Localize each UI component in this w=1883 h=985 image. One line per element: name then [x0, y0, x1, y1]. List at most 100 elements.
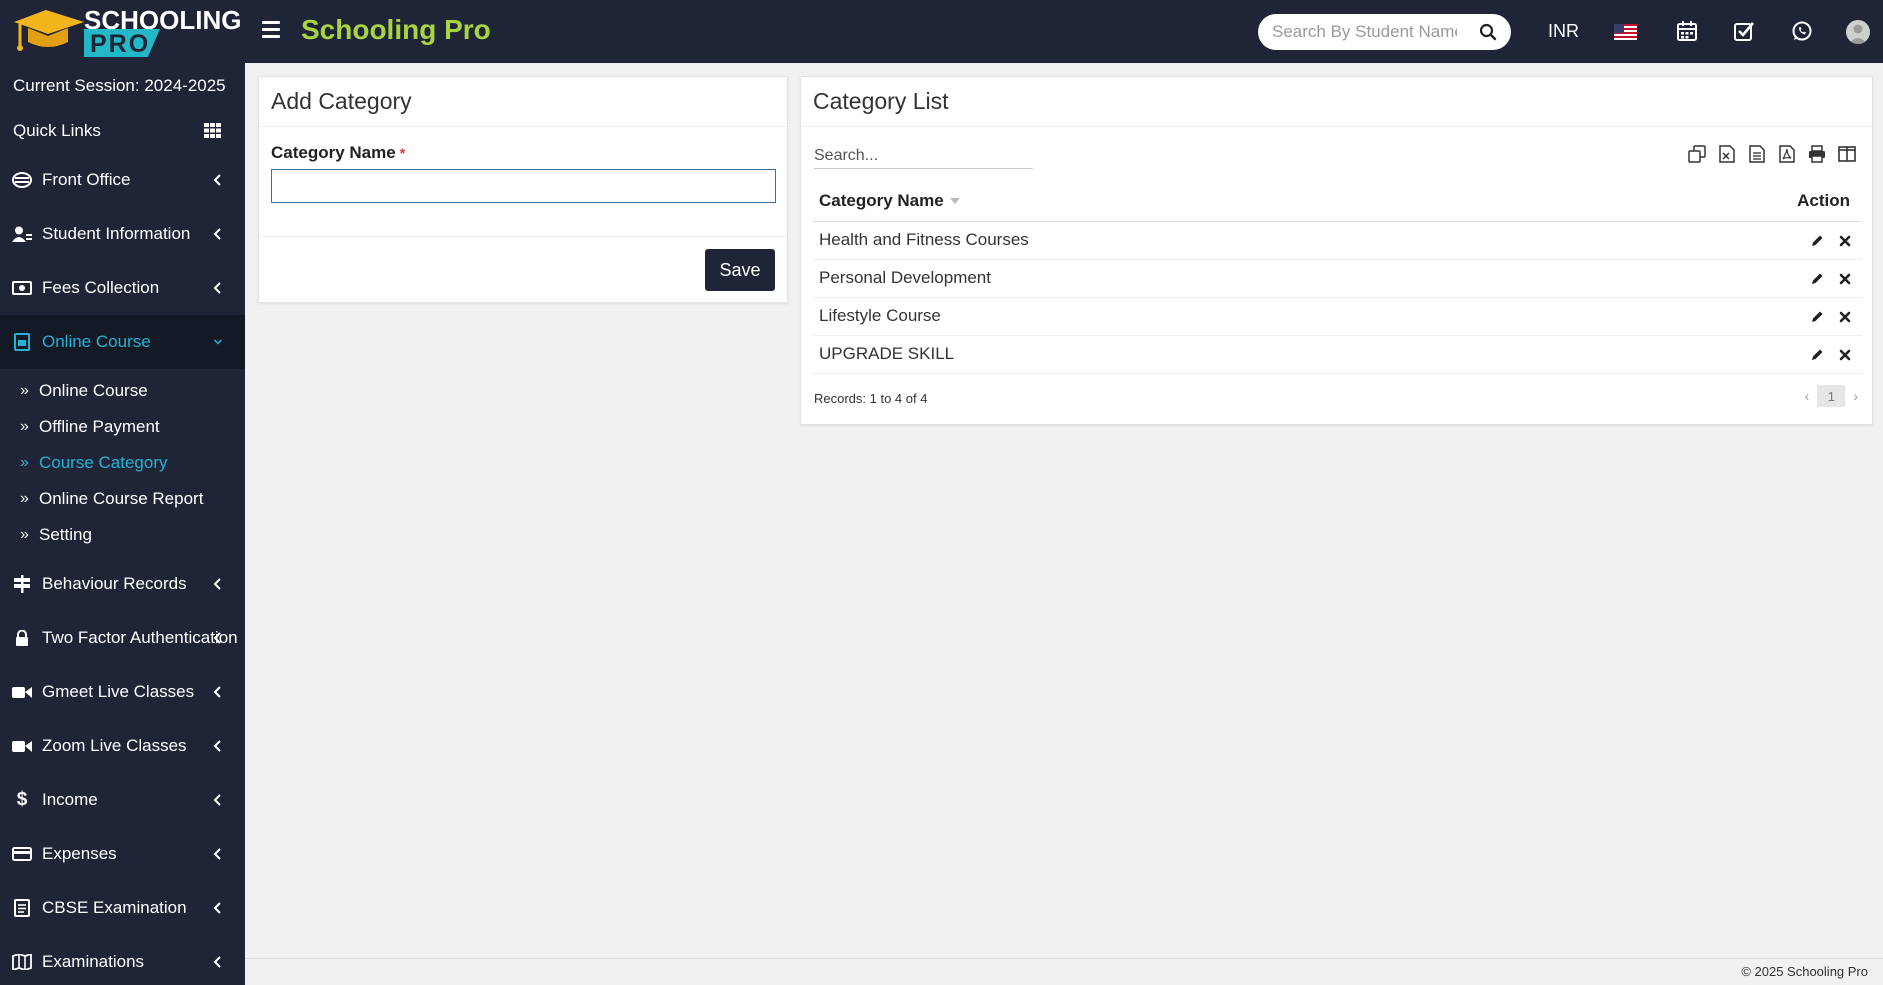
- task-checkbox-icon[interactable]: [1733, 20, 1755, 42]
- csv-icon[interactable]: [1746, 143, 1768, 165]
- edit-pencil-icon[interactable]: [1810, 272, 1824, 286]
- menu-zoom-live-classes[interactable]: Zoom Live Classes: [0, 719, 245, 773]
- submenu-offline-payment[interactable]: » Offline Payment: [0, 409, 245, 445]
- currency-selector[interactable]: INR: [1548, 21, 1579, 42]
- quick-links[interactable]: Quick Links: [0, 108, 245, 153]
- save-button[interactable]: Save: [705, 249, 775, 291]
- user-avatar[interactable]: [1846, 20, 1870, 44]
- menu-student-information[interactable]: Student Information: [0, 207, 245, 261]
- menu-label: Front Office: [42, 170, 131, 189]
- chevron-left-icon: [213, 902, 221, 914]
- column-header-label: Category Name: [819, 190, 944, 210]
- calendar-icon[interactable]: [1676, 20, 1698, 42]
- column-header-category-name[interactable]: Category Name: [813, 181, 1600, 222]
- delete-x-icon[interactable]: [1838, 272, 1852, 286]
- category-name-label: Category Name *: [271, 143, 405, 163]
- student-search-input[interactable]: [1272, 22, 1457, 42]
- action-cell: [1599, 297, 1862, 336]
- edit-pencil-icon[interactable]: [1810, 234, 1824, 248]
- logo-pro-badge: PRO: [84, 29, 160, 57]
- hamburger-menu-icon[interactable]: [262, 21, 280, 41]
- brand-title: Schooling Pro: [301, 14, 491, 45]
- export-toolbar: [1686, 143, 1858, 165]
- us-flag-icon[interactable]: [1614, 24, 1637, 40]
- action-cell: [1599, 221, 1862, 260]
- menu-expenses[interactable]: Expenses: [0, 827, 245, 881]
- table-header-row: Category Name Action: [813, 181, 1862, 222]
- delete-x-icon[interactable]: [1838, 310, 1852, 324]
- category-table: Category Name Action Health and Fitness …: [813, 181, 1862, 374]
- sort-icon: [949, 198, 960, 205]
- columns-icon[interactable]: [1836, 143, 1858, 165]
- excel-icon[interactable]: [1716, 143, 1738, 165]
- menu-two-factor-authentication[interactable]: Two Factor Authentication: [0, 611, 245, 665]
- online-course-submenu: » Online Course » Offline Payment » Course …: [0, 369, 245, 557]
- video-icon: [12, 683, 32, 701]
- double-chevron-icon: »: [20, 454, 29, 471]
- quick-links-label: Quick Links: [13, 120, 101, 140]
- whatsapp-icon[interactable]: [1791, 20, 1813, 42]
- search-icon[interactable]: [1479, 23, 1497, 41]
- prev-page-icon[interactable]: ‹: [1805, 388, 1810, 404]
- graduation-cap-icon: [14, 10, 84, 51]
- next-page-icon[interactable]: ›: [1853, 388, 1858, 404]
- map-icon: [12, 953, 32, 971]
- page-number-button[interactable]: 1: [1817, 385, 1846, 407]
- chevron-left-icon: [213, 848, 221, 860]
- footer: © 2025 Schooling Pro: [245, 958, 1883, 985]
- submenu-online-course-report[interactable]: » Online Course Report: [0, 481, 245, 517]
- column-header-action: Action: [1599, 181, 1862, 222]
- dollar-icon: $: [16, 789, 28, 810]
- lock-icon: [12, 629, 32, 647]
- menu-income[interactable]: $ Income: [0, 773, 245, 827]
- copyright-text: © 2025 Schooling Pro: [1741, 964, 1868, 979]
- category-search-input[interactable]: [814, 143, 1033, 169]
- print-icon[interactable]: [1806, 143, 1828, 165]
- menu-label: Online Course: [42, 332, 151, 351]
- user-icon: [12, 225, 32, 243]
- chevron-left-icon: [213, 578, 221, 590]
- money-icon: [12, 279, 32, 297]
- chevron-down-icon: [213, 339, 223, 345]
- delete-x-icon[interactable]: [1838, 348, 1852, 362]
- current-session: Current Session: 2024-2025: [13, 75, 226, 95]
- category-list-title: Category List: [801, 77, 1872, 127]
- delete-x-icon[interactable]: [1838, 234, 1852, 248]
- category-name-cell: UPGRADE SKILL: [813, 335, 1600, 374]
- logo[interactable]: SCHOOLING PRO: [0, 0, 245, 63]
- menu-online-course[interactable]: Online Course: [0, 315, 245, 369]
- menu-examinations[interactable]: Examinations: [0, 935, 245, 985]
- submenu-setting[interactable]: » Setting: [0, 517, 245, 553]
- copy-icon[interactable]: [1686, 143, 1708, 165]
- document-icon: [12, 899, 32, 917]
- top-header: SCHOOLING PRO Schooling Pro INR: [0, 0, 1883, 63]
- video-icon: [12, 737, 32, 755]
- menu-label: Gmeet Live Classes: [42, 682, 195, 701]
- submenu-label: Course Category: [39, 453, 168, 472]
- double-chevron-icon: »: [20, 418, 29, 435]
- chevron-left-icon: [213, 228, 221, 240]
- menu-fees-collection[interactable]: Fees Collection: [0, 261, 245, 315]
- submenu-course-category[interactable]: » Course Category: [0, 445, 245, 481]
- required-asterisk: *: [399, 145, 406, 161]
- menu-label: Expenses: [42, 844, 117, 863]
- chevron-left-icon: [213, 632, 221, 644]
- submenu-online-course[interactable]: » Online Course: [0, 373, 245, 409]
- menu-front-office[interactable]: Front Office: [0, 153, 245, 207]
- chevron-left-icon: [213, 686, 221, 698]
- pagination: ‹ 1 ›: [1805, 385, 1858, 407]
- chevron-left-icon: [213, 740, 221, 752]
- double-chevron-icon: »: [20, 382, 29, 399]
- grid-icon[interactable]: [204, 123, 221, 138]
- edit-pencil-icon[interactable]: [1810, 310, 1824, 324]
- menu-label: Examinations: [42, 952, 145, 971]
- table-row: UPGRADE SKILL: [813, 335, 1862, 374]
- category-name-input[interactable]: [271, 169, 776, 203]
- edit-pencil-icon[interactable]: [1810, 348, 1824, 362]
- menu-label: Behaviour Records: [42, 574, 187, 593]
- menu-cbse-examination[interactable]: CBSE Examination: [0, 881, 245, 935]
- menu-gmeet-live-classes[interactable]: Gmeet Live Classes: [0, 665, 245, 719]
- sidebar: Current Session: 2024-2025 Quick Links F…: [0, 63, 245, 985]
- pdf-icon[interactable]: [1776, 143, 1798, 165]
- menu-behaviour-records[interactable]: Behaviour Records: [0, 557, 245, 611]
